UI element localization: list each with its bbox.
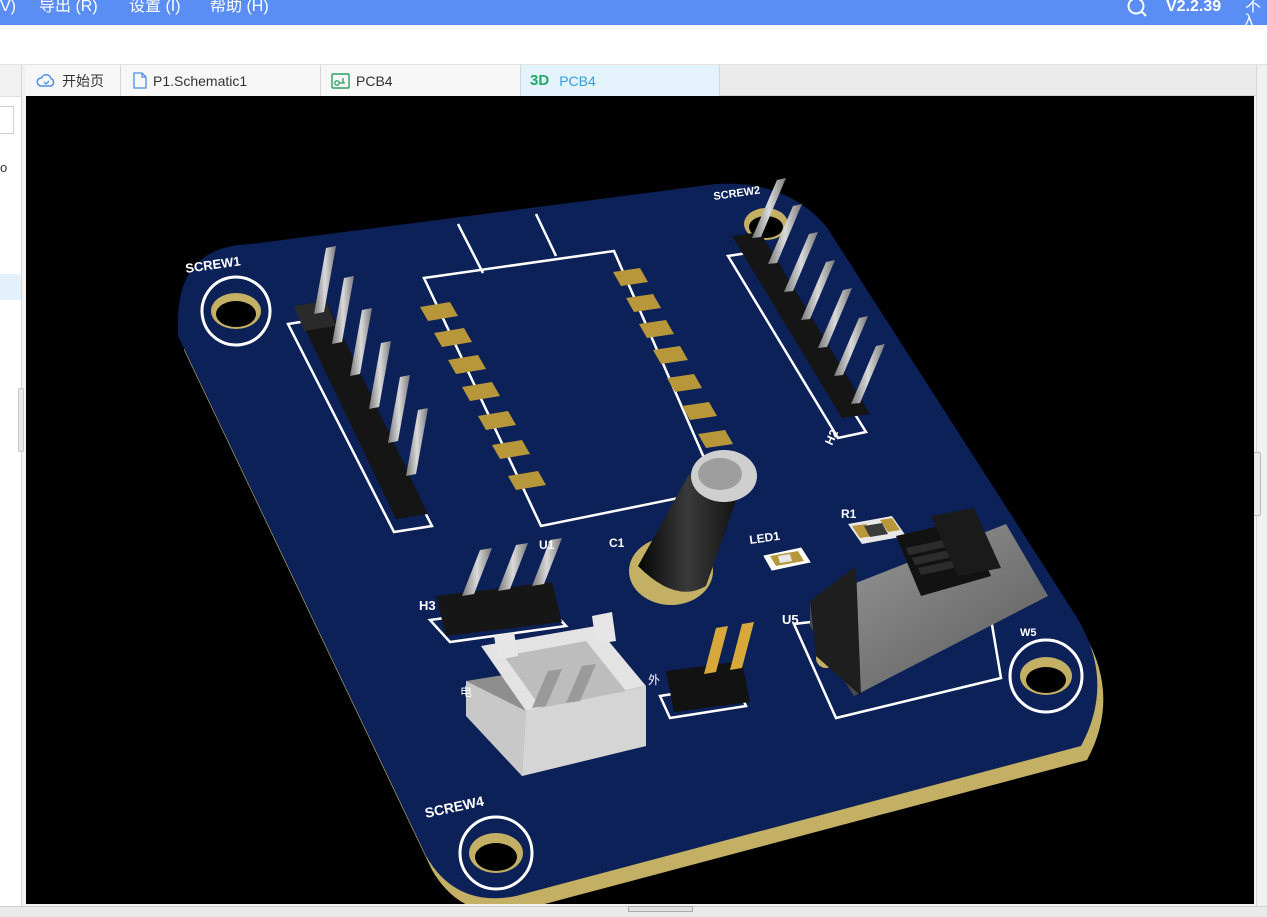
- document-icon: [133, 72, 147, 89]
- menu-settings[interactable]: 设置 (I): [129, 0, 181, 15]
- document-tab-bar: 开始页 P1.Schematic1 PCB4 3D PCB4: [26, 65, 1256, 96]
- left-panel: o: [0, 65, 22, 907]
- bottom-panel-collapse-handle[interactable]: [628, 906, 693, 912]
- tab-pcb[interactable]: PCB4: [321, 65, 521, 96]
- label-wai: 外: [648, 673, 660, 687]
- left-panel-search-input[interactable]: [0, 106, 14, 134]
- label-u5: U5: [782, 612, 799, 627]
- tab-label: PCB4: [559, 72, 596, 89]
- toolbar: [0, 25, 1267, 65]
- tab-start-page[interactable]: 开始页: [26, 65, 121, 96]
- menu-help[interactable]: 帮助 (H): [210, 0, 269, 15]
- label-screw5: W5: [1020, 627, 1037, 639]
- tab-label: 开始页: [62, 72, 104, 89]
- label-h3: H3: [419, 598, 436, 613]
- tab-schematic[interactable]: P1.Schematic1: [121, 65, 321, 96]
- cloud-icon: [36, 73, 56, 88]
- menu-view[interactable]: V): [0, 0, 16, 15]
- left-panel-selected-item[interactable]: [0, 274, 21, 300]
- left-panel-header: [0, 65, 21, 97]
- pcb-3d-render[interactable]: SCREW1 SCREW2 SCREW4 W5 H2 H3 U1 C1 LED1…: [26, 96, 1254, 904]
- menu-export[interactable]: 导出 (R): [39, 0, 98, 15]
- search-icon[interactable]: [1126, 0, 1148, 17]
- pcb-icon: [331, 72, 350, 89]
- menu-truncated-item[interactable]: 不λ: [1245, 0, 1267, 29]
- tab-3d-view[interactable]: 3D PCB4: [521, 65, 720, 96]
- 3d-viewport[interactable]: SCREW1 SCREW2 SCREW4 W5 H2 H3 U1 C1 LED1…: [26, 96, 1254, 904]
- left-panel-collapse-handle[interactable]: [18, 388, 24, 452]
- label-c1: C1: [609, 536, 625, 550]
- right-panel-collapse-handle[interactable]: [1253, 452, 1261, 516]
- version-label: V2.2.39: [1166, 0, 1222, 15]
- tab-label: PCB4: [356, 72, 393, 89]
- tab-label: P1.Schematic1: [153, 72, 248, 89]
- label-r1: R1: [841, 507, 857, 521]
- label-u1: U1: [539, 538, 555, 552]
- 3d-icon: 3D: [530, 72, 550, 89]
- label-dian: 电: [460, 685, 472, 699]
- menu-bar: V) 导出 (R) 设置 (I) 帮助 (H) V2.2.39 不λ: [0, 0, 1267, 29]
- left-panel-text: o: [0, 160, 8, 175]
